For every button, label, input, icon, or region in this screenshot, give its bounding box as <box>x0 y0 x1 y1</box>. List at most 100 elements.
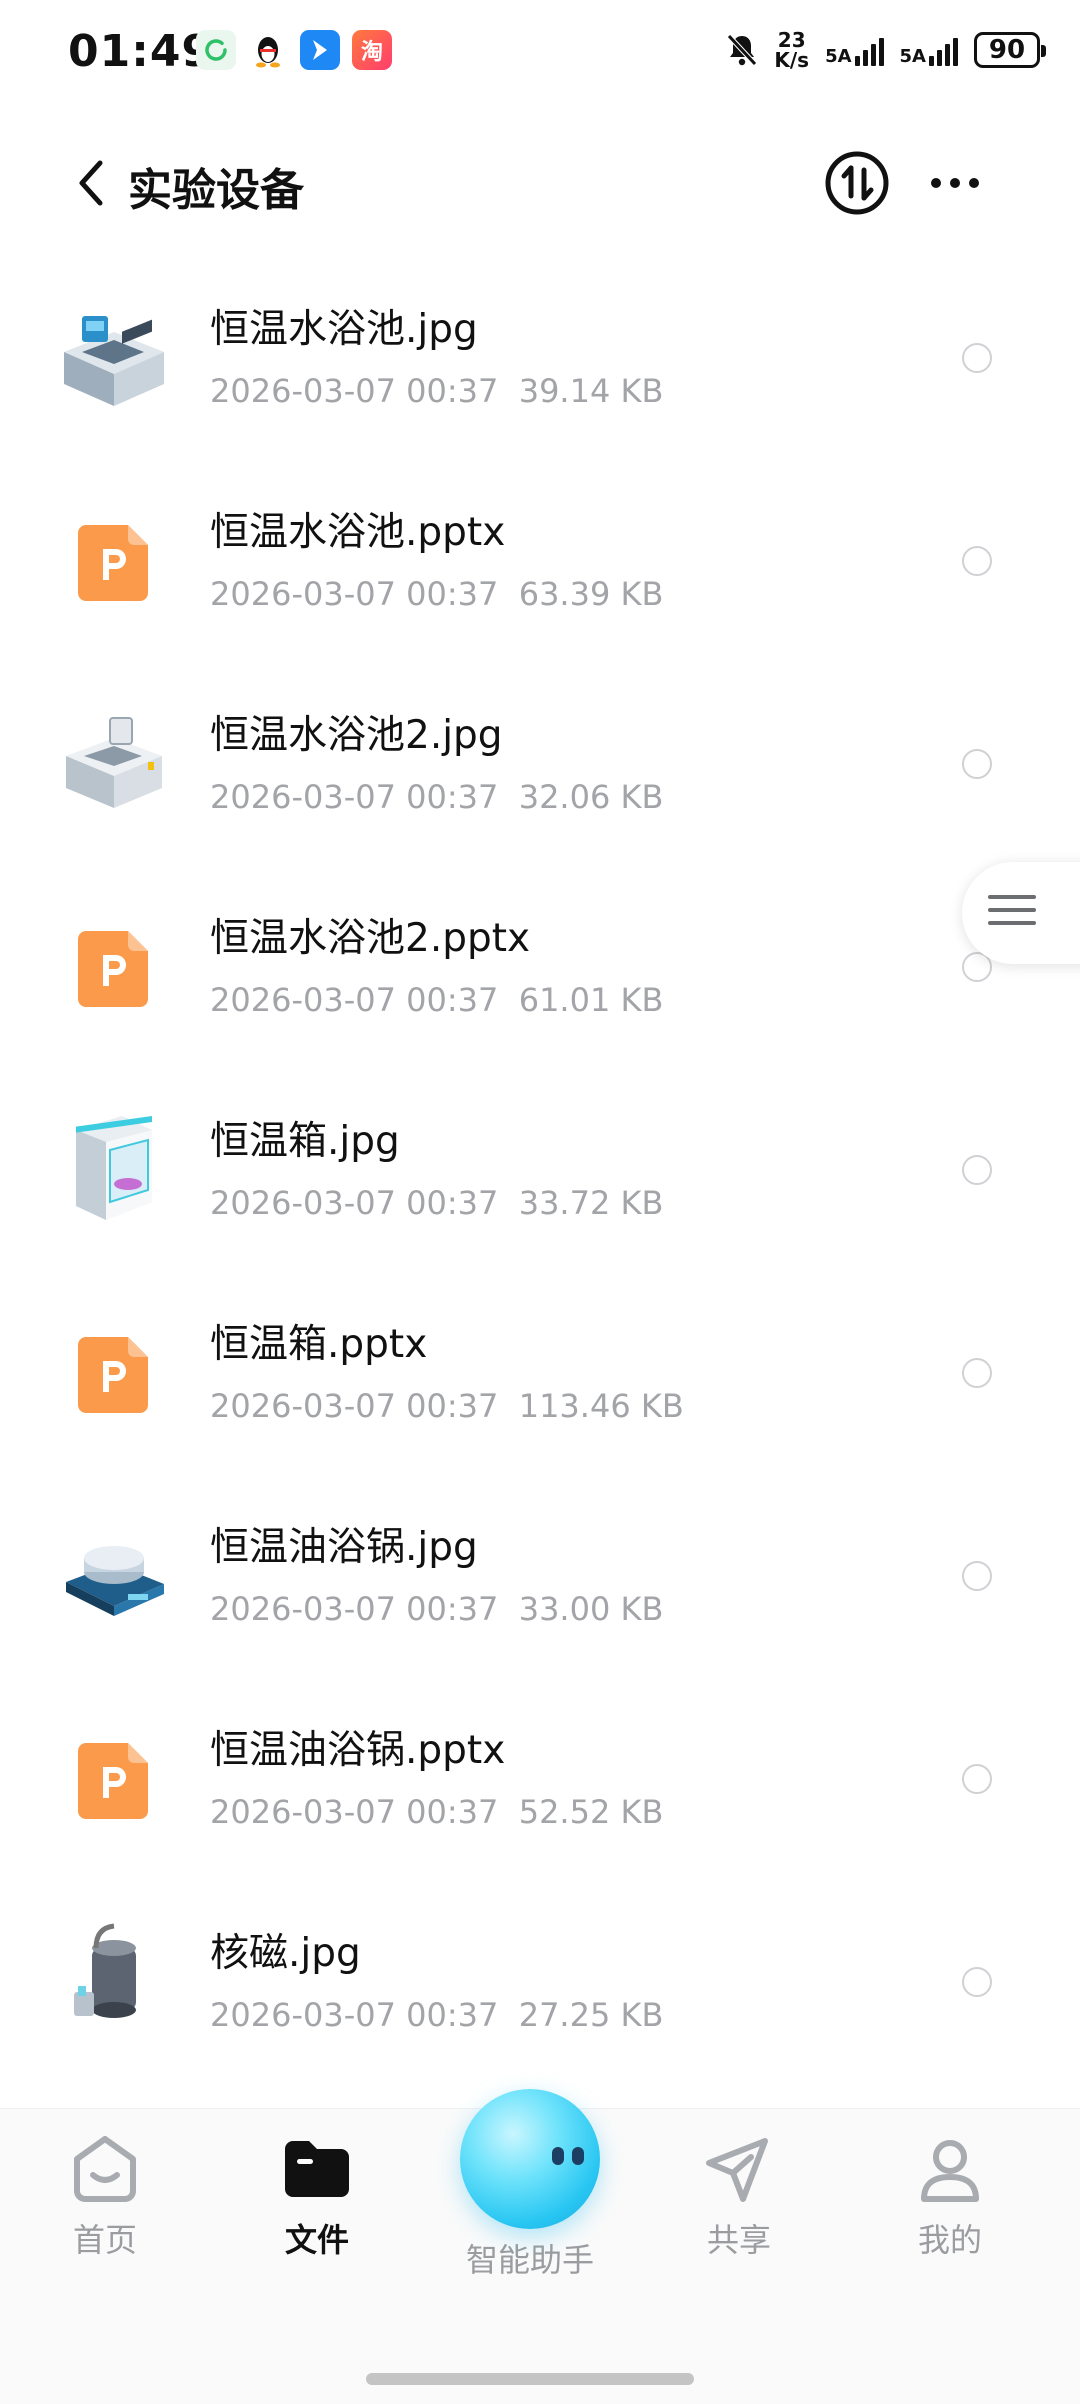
folder-icon <box>277 2129 357 2209</box>
nav-profile[interactable]: 我的 <box>875 2129 1025 2261</box>
nav-assistant-label: 智能助手 <box>465 2241 594 2279</box>
signal-2-label: 5A <box>899 46 926 67</box>
select-radio[interactable] <box>962 343 992 373</box>
nav-profile-label: 我的 <box>917 2221 982 2259</box>
floating-side-handle[interactable] <box>962 862 1080 964</box>
select-radio[interactable] <box>962 1967 992 1997</box>
home-icon <box>65 2129 145 2209</box>
bottom-navigation: 首页 文件 智能助手 共享 我的 <box>0 2089 1080 2404</box>
file-size: 39.14 KB <box>518 372 664 410</box>
home-indicator-bar[interactable] <box>366 2373 694 2385</box>
file-name: 恒温水浴池.pptx <box>210 510 506 555</box>
battery-indicator: 90 <box>974 32 1046 68</box>
file-size: 61.01 KB <box>518 981 664 1019</box>
file-meta: 2026-03-07 00:37 61.01 KB <box>210 981 663 1019</box>
select-radio[interactable] <box>962 1155 992 1185</box>
signal-2-bars-icon <box>929 34 958 66</box>
file-row[interactable]: 恒温水浴池2.pptx 2026-03-07 00:37 61.01 KB <box>0 871 1080 1074</box>
qq-penguin-icon <box>248 30 288 70</box>
file-date: 2026-03-07 00:37 <box>210 981 499 1019</box>
file-size: 27.25 KB <box>518 1996 664 2034</box>
file-meta: 2026-03-07 00:37 52.52 KB <box>210 1793 663 1831</box>
back-button[interactable] <box>70 153 120 213</box>
file-meta: 2026-03-07 00:37 63.39 KB <box>210 575 663 613</box>
nav-share[interactable]: 共享 <box>664 2129 814 2261</box>
orb-eye <box>572 2147 584 2165</box>
select-radio[interactable] <box>962 1764 992 1794</box>
file-meta: 2026-03-07 00:37 113.46 KB <box>210 1387 684 1425</box>
signal-1-bars-icon <box>854 34 884 66</box>
net-speed-value: 23 <box>777 28 806 52</box>
file-meta: 2026-03-07 00:37 27.25 KB <box>210 1996 663 2034</box>
more-dot-icon <box>950 178 960 188</box>
signal-1: 5A <box>825 34 884 67</box>
file-row[interactable]: 恒温箱.pptx 2026-03-07 00:37 113.46 KB <box>0 1277 1080 1480</box>
orb-eye <box>552 2147 564 2165</box>
chevron-left-icon <box>79 160 103 206</box>
file-row[interactable]: 恒温水浴池.jpg 2026-03-07 00:37 39.14 KB <box>0 262 1080 465</box>
pptx-file-icon <box>52 903 176 1027</box>
file-size: 52.52 KB <box>518 1793 664 1831</box>
file-row[interactable]: 恒温油浴锅.pptx 2026-03-07 00:37 52.52 KB <box>0 1683 1080 1886</box>
file-date: 2026-03-07 00:37 <box>210 1793 499 1831</box>
refresh-app-icon <box>196 30 236 70</box>
file-date: 2026-03-07 00:37 <box>210 372 499 410</box>
file-row[interactable]: 恒温水浴池.pptx 2026-03-07 00:37 63.39 KB <box>0 465 1080 668</box>
share-send-icon <box>699 2129 779 2209</box>
nav-assistant[interactable]: 智能助手 <box>455 2089 605 2281</box>
taobao-label: 淘 <box>360 40 383 65</box>
file-name: 恒温水浴池2.pptx <box>210 916 531 961</box>
sort-button[interactable] <box>822 148 892 218</box>
nav-share-label: 共享 <box>706 2221 771 2259</box>
file-row[interactable]: 恒温油浴锅.jpg 2026-03-07 00:37 33.00 KB <box>0 1480 1080 1683</box>
water-bath-2-thumb <box>52 700 176 824</box>
file-name: 恒温油浴锅.jpg <box>210 1525 478 1570</box>
network-speed: 23 K/s <box>774 30 809 70</box>
more-options-button[interactable] <box>920 148 990 218</box>
more-dot-icon <box>931 178 941 188</box>
menu-lines-icon <box>988 895 1036 934</box>
file-name: 恒温箱.jpg <box>210 1119 400 1164</box>
file-name: 恒温油浴锅.pptx <box>210 1728 506 1773</box>
taobao-icon: 淘 <box>352 30 392 70</box>
pptx-file-icon <box>52 1715 176 1839</box>
status-bar: 01:49 淘 23 K/s 5A 5A 90 <box>0 0 1080 100</box>
signal-1-label: 5A <box>825 46 852 67</box>
incubator-thumb <box>52 1106 176 1230</box>
oil-bath-thumb <box>52 1512 176 1636</box>
status-time: 01:49 <box>68 26 214 77</box>
water-bath-thumb <box>52 294 176 418</box>
status-indicators: 23 K/s 5A 5A 90 <box>726 30 1046 70</box>
file-date: 2026-03-07 00:37 <box>210 1590 499 1628</box>
file-row[interactable]: 恒温箱.jpg 2026-03-07 00:37 33.72 KB <box>0 1074 1080 1277</box>
nav-home[interactable]: 首页 <box>30 2129 180 2261</box>
file-meta: 2026-03-07 00:37 33.00 KB <box>210 1590 663 1628</box>
notification-app-icons: 淘 <box>196 30 392 70</box>
signal-2: 5A <box>900 34 958 66</box>
file-date: 2026-03-07 00:37 <box>210 1387 499 1425</box>
select-radio[interactable] <box>962 1358 992 1388</box>
file-list: 恒温水浴池.jpg 2026-03-07 00:37 39.14 KB 恒温水浴… <box>0 262 1080 2089</box>
page-header: 实验设备 <box>0 128 1080 238</box>
file-date: 2026-03-07 00:37 <box>210 1184 499 1222</box>
select-radio[interactable] <box>962 546 992 576</box>
file-name: 恒温水浴池2.jpg <box>210 713 503 758</box>
sort-arrows-icon <box>825 151 889 215</box>
file-row[interactable]: 核磁.jpg 2026-03-07 00:37 27.25 KB <box>0 1886 1080 2089</box>
nav-files-label: 文件 <box>284 2221 349 2259</box>
file-size: 33.72 KB <box>518 1184 664 1222</box>
page-title: 实验设备 <box>128 165 304 216</box>
file-size: 63.39 KB <box>518 575 664 613</box>
file-row[interactable]: 恒温水浴池2.jpg 2026-03-07 00:37 32.06 KB <box>0 668 1080 871</box>
pptx-file-icon <box>52 1309 176 1433</box>
file-size: 113.46 KB <box>518 1387 684 1425</box>
net-speed-unit: K/s <box>774 48 810 72</box>
pptx-file-icon <box>52 497 176 621</box>
file-name: 核磁.jpg <box>210 1931 361 1976</box>
file-size: 32.06 KB <box>518 778 664 816</box>
select-radio[interactable] <box>962 749 992 779</box>
file-name: 恒温箱.pptx <box>210 1322 428 1367</box>
select-radio[interactable] <box>962 1561 992 1591</box>
more-dot-icon <box>969 178 979 188</box>
nav-files[interactable]: 文件 <box>242 2129 392 2261</box>
